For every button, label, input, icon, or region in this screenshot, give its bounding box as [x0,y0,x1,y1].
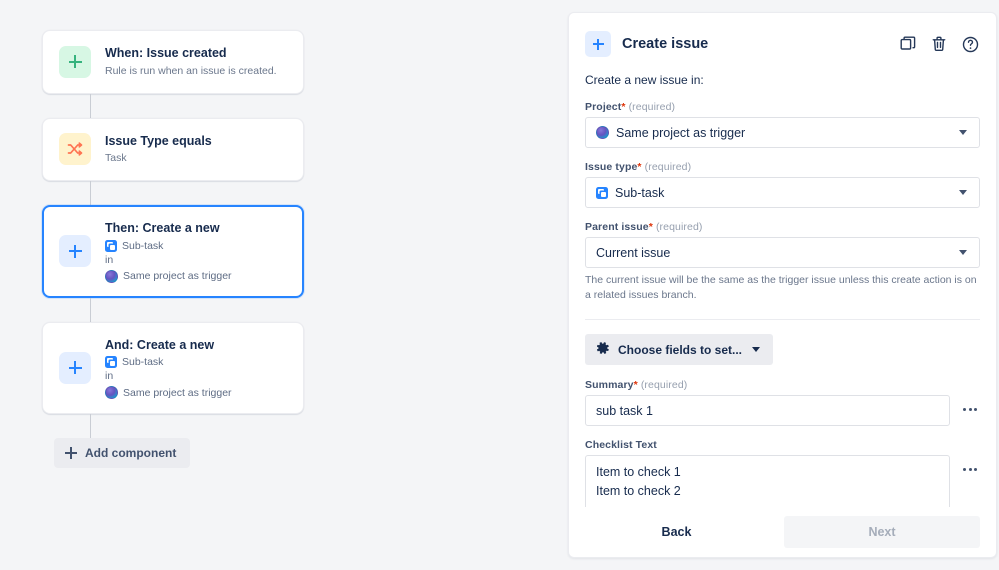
plus-icon [59,235,91,267]
field-label-checklist-text: Checklist Text [585,439,980,451]
chain-connector [90,181,91,205]
rule-node-body: Issue Type equals Task [105,133,287,167]
required-marker: * [621,101,625,113]
required-marker: * [649,221,653,233]
field-project: Project* (required) Same project as trig… [585,101,980,148]
chevron-down-icon [752,347,760,352]
add-component-button[interactable]: Add component [54,438,190,468]
field-label-parent-issue: Parent issue* (required) [585,221,980,233]
rule-node-issue-type-label: Sub-task [122,240,163,252]
rule-node-body: When: Issue created Rule is run when an … [105,45,287,79]
choose-fields-button[interactable]: Choose fields to set... [585,334,773,365]
field-label-text: Project [585,101,621,113]
checklist-more-menu-icon[interactable] [960,455,980,484]
rule-node-project-label: Same project as trigger [123,270,232,282]
field-checklist-text: Checklist Text [585,439,980,507]
field-label-text: Parent issue [585,221,649,233]
plus-icon [59,352,91,384]
field-label-text: Summary [585,379,634,391]
rule-node-body: And: Create a new Sub-task in Same proje… [105,337,287,399]
issue-type-select-value: Sub-task [615,186,952,200]
rule-node-joiner: in [105,370,287,383]
parent-issue-help-text: The current issue will be the same as th… [585,273,980,303]
parent-issue-select[interactable]: Current issue [585,237,980,268]
subtask-icon [105,240,117,252]
rule-node-trigger[interactable]: When: Issue created Rule is run when an … [42,30,304,94]
chevron-down-icon [959,250,967,255]
checklist-row [585,455,980,507]
required-note: (required) [629,101,676,113]
rule-node-title: When: Issue created [105,45,287,62]
project-avatar-icon [105,386,118,399]
field-label-issue-type: Issue type* (required) [585,161,980,173]
panel-header-actions [898,34,980,54]
chain-connector [90,94,91,118]
issue-type-select[interactable]: Sub-task [585,177,980,208]
gear-icon [596,341,610,358]
rule-node-project: Same project as trigger [105,270,287,283]
rule-node-body: Then: Create a new Sub-task in Same proj… [105,220,287,282]
subtask-icon [596,187,608,199]
trash-icon[interactable] [929,34,949,54]
field-parent-issue: Parent issue* (required) Current issue T… [585,221,980,303]
rule-node-subtitle: Task [105,151,287,166]
plus-icon [59,46,91,78]
field-summary: Summary* (required) [585,379,980,426]
rule-node-joiner: in [105,254,287,267]
required-marker: * [637,161,641,173]
summary-input[interactable] [585,395,950,426]
chevron-down-icon [959,190,967,195]
subtask-icon [105,356,117,368]
parent-issue-select-value: Current issue [596,246,952,260]
required-note: (required) [656,221,703,233]
panel-header: Create issue [585,31,980,57]
rule-node-subtitle: Rule is run when an issue is created. [105,64,287,79]
panel-footer: Back Next [569,507,996,557]
rule-node-title: Issue Type equals [105,133,287,150]
field-label-project: Project* (required) [585,101,980,113]
field-issue-type: Issue type* (required) Sub-task [585,161,980,208]
required-note: (required) [645,161,692,173]
rule-node-condition[interactable]: Issue Type equals Task [42,118,304,182]
rule-chain: When: Issue created Rule is run when an … [42,30,304,468]
rule-node-project: Same project as trigger [105,386,287,399]
chevron-down-icon [959,130,967,135]
required-note: (required) [641,379,688,391]
add-component-label: Add component [85,446,176,460]
shuffle-icon [59,133,91,165]
required-marker: * [634,379,638,391]
plus-icon [585,31,611,57]
page-title: Create issue [622,36,887,52]
rule-node-issue-type: Sub-task [105,356,287,368]
help-icon[interactable] [960,34,980,54]
panel-content: Create issue [569,13,996,507]
choose-fields-label: Choose fields to set... [618,343,742,357]
section-divider [585,319,980,320]
project-select-value: Same project as trigger [616,126,952,140]
back-button[interactable]: Back [569,517,784,547]
project-select[interactable]: Same project as trigger [585,117,980,148]
rule-node-issue-type-label: Sub-task [122,356,163,368]
rule-node-project-label: Same project as trigger [123,387,232,399]
chain-connector [90,414,91,438]
duplicate-icon[interactable] [898,34,918,54]
project-avatar-icon [596,126,609,139]
summary-row [585,395,980,426]
plus-icon [65,447,77,459]
chain-connector [90,298,91,322]
rule-node-action-then[interactable]: Then: Create a new Sub-task in Same proj… [42,205,304,297]
summary-more-menu-icon[interactable] [960,395,980,424]
checklist-text-input[interactable] [585,455,950,507]
create-issue-panel: Create issue [568,12,997,558]
next-button[interactable]: Next [784,516,980,548]
rule-node-title: Then: Create a new [105,220,287,237]
rule-node-title: And: Create a new [105,337,287,354]
rule-node-action-and[interactable]: And: Create a new Sub-task in Same proje… [42,322,304,414]
field-label-text: Issue type [585,161,637,173]
panel-lead-text: Create a new issue in: [585,73,980,87]
rule-node-issue-type: Sub-task [105,240,287,252]
project-avatar-icon [105,270,118,283]
field-label-summary: Summary* (required) [585,379,980,391]
